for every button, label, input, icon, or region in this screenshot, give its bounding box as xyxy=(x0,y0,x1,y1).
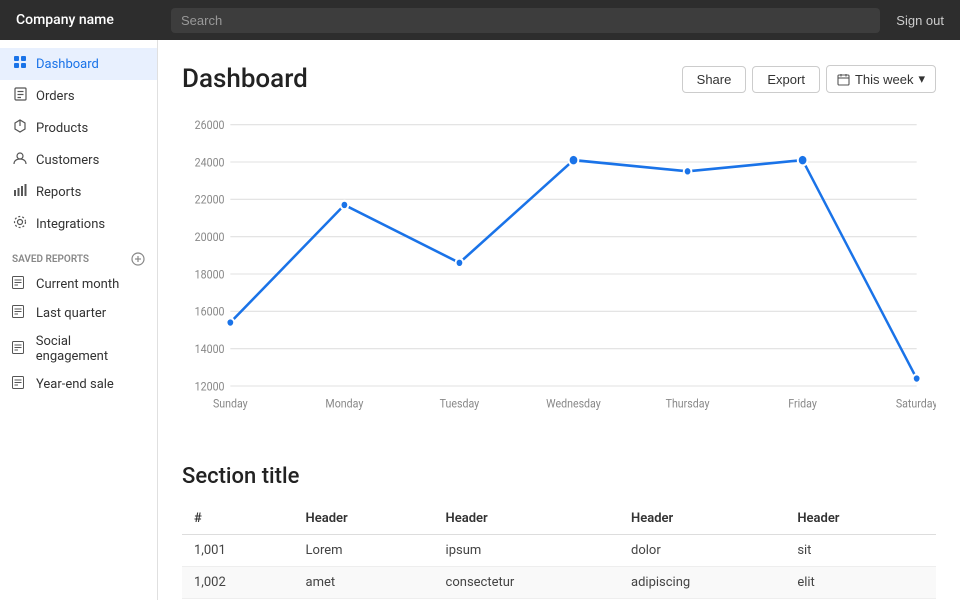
report-icon xyxy=(12,376,28,393)
sidebar-item-label: Products xyxy=(36,121,88,136)
table-col-header4: Header xyxy=(785,503,936,535)
sidebar-item-orders[interactable]: Orders xyxy=(0,80,157,112)
sidebar-item-integrations[interactable]: Integrations xyxy=(0,208,157,240)
sidebar-item-customers[interactable]: Customers xyxy=(0,144,157,176)
main-layout: Dashboard Orders Products Customers Repo… xyxy=(0,40,960,600)
table-cell: elit xyxy=(785,567,936,599)
products-icon xyxy=(12,119,28,137)
chevron-down-icon: ▾ xyxy=(918,71,925,87)
table-col-header2: Header xyxy=(434,503,619,535)
report-icon xyxy=(12,341,28,358)
table-cell: consectetur xyxy=(434,567,619,599)
date-range-label: This week xyxy=(855,72,914,87)
line-chart: 26000 24000 22000 20000 18000 16000 1400… xyxy=(182,114,936,434)
svg-text:Wednesday: Wednesday xyxy=(546,397,601,411)
reports-icon xyxy=(12,183,28,201)
svg-text:Friday: Friday xyxy=(788,397,817,411)
table-cell: 1,001 xyxy=(182,535,294,567)
add-report-button[interactable] xyxy=(131,252,145,266)
sidebar-report-current-month[interactable]: Current month xyxy=(0,270,157,299)
svg-text:18000: 18000 xyxy=(195,268,225,282)
sidebar-item-dashboard[interactable]: Dashboard xyxy=(0,48,157,80)
orders-icon xyxy=(12,87,28,105)
share-button[interactable]: Share xyxy=(682,66,747,93)
table-col-header1: Header xyxy=(294,503,434,535)
report-label: Current month xyxy=(36,277,119,292)
page-title: Dashboard xyxy=(182,64,682,94)
saved-reports-section: Saved Reports xyxy=(0,240,157,270)
table-cell: adipiscing xyxy=(619,567,785,599)
report-label: Year-end sale xyxy=(36,377,114,392)
sidebar-item-label: Orders xyxy=(36,89,75,104)
calendar-icon xyxy=(837,73,850,86)
svg-text:16000: 16000 xyxy=(195,305,225,319)
sidebar-item-products[interactable]: Products xyxy=(0,112,157,144)
main-content: Dashboard Share Export This week ▾ xyxy=(158,40,960,600)
sidebar-item-label: Customers xyxy=(36,153,99,168)
svg-text:Monday: Monday xyxy=(325,397,364,411)
sidebar-report-last-quarter[interactable]: Last quarter xyxy=(0,299,157,328)
table-cell: dolor xyxy=(619,535,785,567)
date-range-button[interactable]: This week ▾ xyxy=(826,65,936,93)
sidebar-item-reports[interactable]: Reports xyxy=(0,176,157,208)
svg-text:24000: 24000 xyxy=(195,156,225,170)
table-col-header3: Header xyxy=(619,503,785,535)
sidebar-report-year-end-sale[interactable]: Year-end sale xyxy=(0,370,157,399)
svg-text:26000: 26000 xyxy=(195,118,225,132)
svg-text:Tuesday: Tuesday xyxy=(440,397,480,411)
table-row: 1,001Loremipsumdolorsit xyxy=(182,535,936,567)
content-header: Dashboard Share Export This week ▾ xyxy=(182,64,936,94)
svg-text:Thursday: Thursday xyxy=(666,397,711,411)
sidebar-item-label: Integrations xyxy=(36,217,105,232)
table-cell: amet xyxy=(294,567,434,599)
data-table: # Header Header Header Header 1,001Lorem… xyxy=(182,503,936,600)
customers-icon xyxy=(12,151,28,169)
report-label: Last quarter xyxy=(36,306,106,321)
company-name: Company name xyxy=(16,12,171,28)
svg-text:12000: 12000 xyxy=(195,380,225,394)
report-icon xyxy=(12,276,28,293)
table-cell: 1,002 xyxy=(182,567,294,599)
report-icon xyxy=(12,305,28,322)
svg-text:14000: 14000 xyxy=(195,342,225,356)
chart-container: 26000 24000 22000 20000 18000 16000 1400… xyxy=(182,114,936,434)
table-cell: ipsum xyxy=(434,535,619,567)
sidebar-item-label: Dashboard xyxy=(36,57,99,72)
table-row: 1,002ametconsecteturadipiscingelit xyxy=(182,567,936,599)
svg-text:Saturday: Saturday xyxy=(896,397,936,411)
signout-button[interactable]: Sign out xyxy=(896,13,944,28)
svg-text:20000: 20000 xyxy=(195,230,225,244)
table-cell: sit xyxy=(785,535,936,567)
table-col-number: # xyxy=(182,503,294,535)
sidebar-report-social-engagement[interactable]: Social engagement xyxy=(0,328,157,370)
table-header: # Header Header Header Header xyxy=(182,503,936,535)
sidebar-item-label: Reports xyxy=(36,185,81,200)
export-button[interactable]: Export xyxy=(752,66,820,93)
dashboard-icon xyxy=(12,55,28,73)
header-actions: Share Export This week ▾ xyxy=(682,65,936,93)
section-title: Section title xyxy=(182,464,936,489)
topbar: Company name Sign out xyxy=(0,0,960,40)
table-cell: Lorem xyxy=(294,535,434,567)
table-body: 1,001Loremipsumdolorsit1,002ametconsecte… xyxy=(182,535,936,600)
integrations-icon xyxy=(12,215,28,233)
svg-text:22000: 22000 xyxy=(195,193,225,207)
search-input[interactable] xyxy=(171,8,880,33)
report-label: Social engagement xyxy=(36,334,145,364)
svg-text:Sunday: Sunday xyxy=(213,397,248,411)
sidebar: Dashboard Orders Products Customers Repo… xyxy=(0,40,158,600)
